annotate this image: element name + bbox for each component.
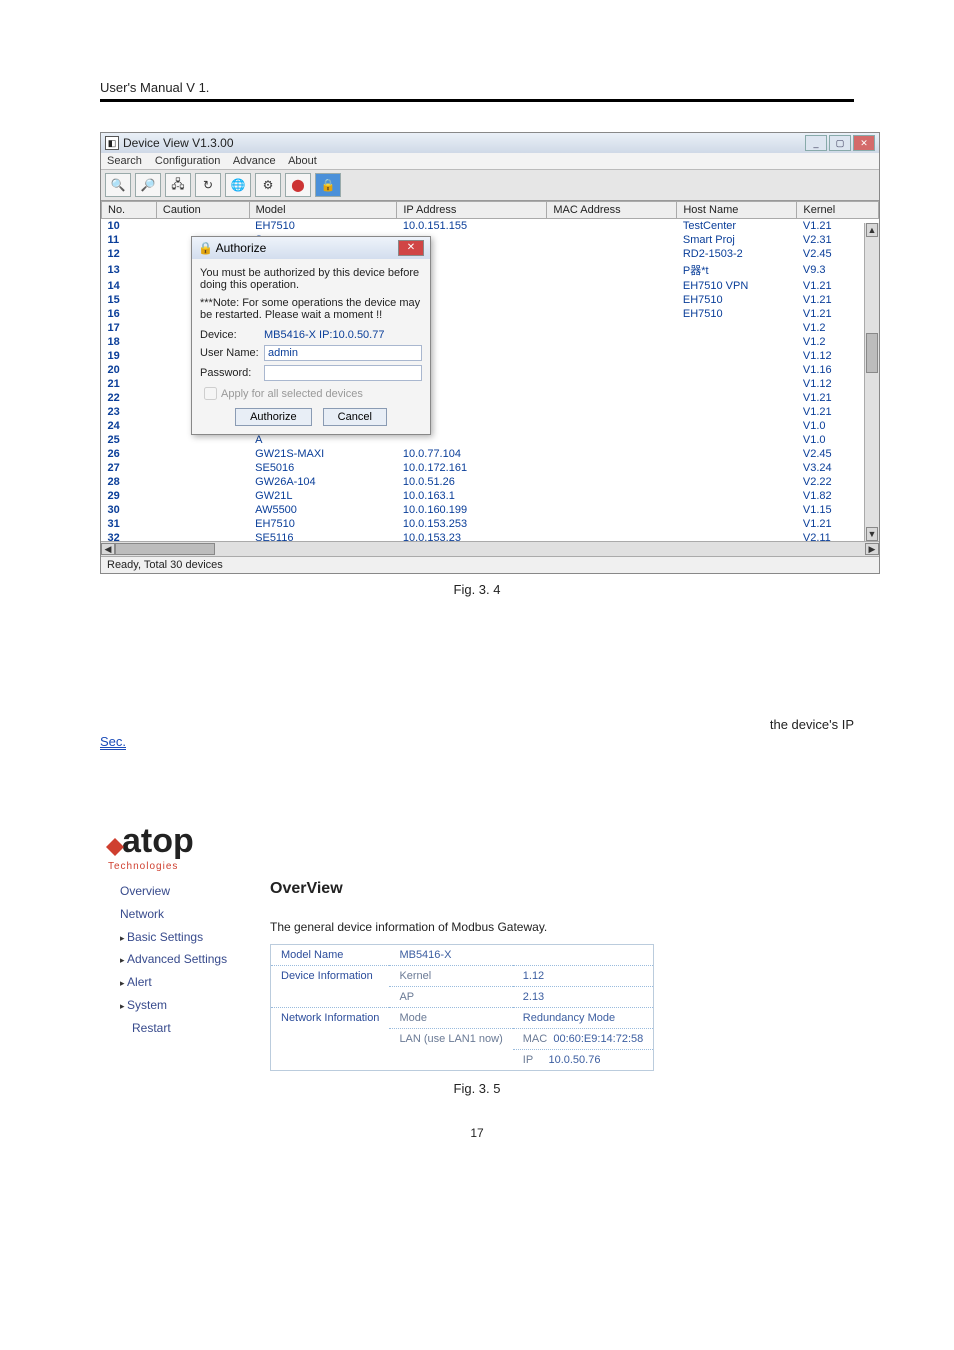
menubar: Search Configuration Advance About (101, 153, 879, 170)
col-ip[interactable]: IP Address (397, 202, 547, 219)
titlebar: ◧ Device View V1.3.00 _ ▢ ✕ (101, 133, 879, 153)
nav-network[interactable]: Network (120, 903, 240, 926)
scroll-down-arrow-icon[interactable]: ▼ (866, 527, 878, 541)
sidebar-nav: Overview Network Basic Settings Advanced… (100, 880, 240, 1071)
device-info-label: Device Information (271, 966, 390, 1008)
header-divider (100, 99, 854, 102)
menu-search[interactable]: Search (107, 155, 142, 167)
logo: atop Technologies (100, 810, 740, 880)
page-description: The general device information of Modbus… (270, 920, 740, 934)
toolbar: 🔍 🔎 🖧 ↻ 🌐 ⚙ ⬤ 🔒 (101, 170, 879, 201)
password-label: Password: (200, 367, 264, 379)
toolbtn-gear-icon[interactable]: ⚙ (255, 173, 281, 197)
ip-value: 10.0.50.76 (548, 1054, 600, 1066)
sec-link[interactable]: Sec. (100, 734, 126, 750)
scroll-thumb[interactable] (866, 333, 878, 373)
close-button[interactable]: ✕ (853, 135, 875, 151)
toolbtn-network-icon[interactable]: 🖧 (165, 173, 191, 197)
logo-subtext: Technologies (108, 861, 740, 872)
table-row[interactable]: 31EH751010.0.153.253V1.21 (102, 517, 879, 531)
minimize-button[interactable]: _ (805, 135, 827, 151)
toolbtn-lock-icon[interactable]: 🔒 (315, 173, 341, 197)
toolbtn-stop-icon[interactable]: ⬤ (285, 173, 311, 197)
toolbtn-search-icon[interactable]: 🔍 (105, 173, 131, 197)
col-no[interactable]: No. (102, 202, 157, 219)
lan-label: LAN (use LAN1 now) (389, 1029, 512, 1071)
device-value: MB5416-X IP:10.0.50.77 (264, 329, 384, 341)
figure-label-1: Fig. 3. 4 (100, 582, 854, 597)
network-info-label: Network Information (271, 1008, 390, 1071)
kernel-label: Kernel (389, 966, 512, 987)
table-row[interactable]: 28GW26A-10410.0.51.26V2.22 (102, 475, 879, 489)
toolbtn-refresh-icon[interactable]: ↻ (195, 173, 221, 197)
toolbtn-magnify-icon[interactable]: 🔎 (135, 173, 161, 197)
ip-label: IP (523, 1054, 533, 1066)
username-input[interactable] (264, 345, 422, 361)
username-label: User Name: (200, 347, 264, 359)
nav-overview[interactable]: Overview (120, 880, 240, 903)
mac-value: 00:60:E9:14:72:58 (553, 1033, 643, 1045)
menu-about[interactable]: About (288, 155, 317, 167)
info-table: Model Name MB5416-X Device Information K… (270, 944, 654, 1071)
maximize-button[interactable]: ▢ (829, 135, 851, 151)
nav-restart[interactable]: Restart (120, 1017, 240, 1040)
device-label: Device: (200, 329, 264, 341)
dialog-titlebar: 🔒 Authorize ✕ (192, 237, 430, 259)
app-icon: ◧ (105, 136, 119, 150)
mid-text: the device's IP (100, 717, 854, 732)
mode-label: Mode (389, 1008, 512, 1029)
toolbtn-globe-icon[interactable]: 🌐 (225, 173, 251, 197)
manual-header: User's Manual V 1. (100, 80, 854, 99)
col-hostname[interactable]: Host Name (677, 202, 797, 219)
col-mac[interactable]: MAC Address (547, 202, 677, 219)
page-number: 17 (100, 1126, 854, 1140)
table-row[interactable]: 25AV1.0 (102, 433, 879, 447)
statusbar: Ready, Total 30 devices (101, 556, 879, 573)
dialog-message: You must be authorized by this device be… (200, 267, 422, 291)
authorize-button[interactable]: Authorize (235, 408, 311, 426)
nav-basic-settings[interactable]: Basic Settings (120, 926, 240, 949)
dialog-close-button[interactable]: ✕ (398, 240, 424, 256)
apply-all-checkbox (204, 387, 217, 400)
horizontal-scrollbar[interactable]: ◀ ▶ (101, 541, 879, 556)
menu-configuration[interactable]: Configuration (155, 155, 220, 167)
table-row[interactable]: 26GW21S-MAXI10.0.77.104V2.45 (102, 447, 879, 461)
ap-value: 2.13 (513, 987, 654, 1008)
menu-advance[interactable]: Advance (233, 155, 276, 167)
dialog-note: ***Note: For some operations the device … (200, 297, 422, 321)
dialog-title: Authorize (216, 241, 267, 255)
mode-value: Redundancy Mode (513, 1008, 654, 1029)
vertical-scrollbar[interactable]: ▲ ▼ (864, 223, 879, 541)
nav-system[interactable]: System (120, 994, 240, 1017)
col-caution[interactable]: Caution (156, 202, 249, 219)
table-row[interactable]: 29GW21L10.0.163.1V1.82 (102, 489, 879, 503)
col-model[interactable]: Model (249, 202, 397, 219)
col-kernel[interactable]: Kernel (797, 202, 879, 219)
ap-label: AP (389, 987, 512, 1008)
table-row[interactable]: 27SE501610.0.172.161V3.24 (102, 461, 879, 475)
main-content: OverView The general device information … (270, 880, 740, 1071)
table-row[interactable]: 10EH751010.0.151.155TestCenterV1.21 (102, 219, 879, 234)
model-name-value: MB5416-X (389, 945, 653, 966)
device-table-region: No. Caution Model IP Address MAC Address… (101, 201, 879, 541)
apply-all-label: Apply for all selected devices (221, 388, 363, 400)
authorize-dialog: 🔒 Authorize ✕ You must be authorized by … (191, 236, 431, 435)
nav-advanced-settings[interactable]: Advanced Settings (120, 948, 240, 971)
logo-text: atop (122, 822, 194, 861)
password-input[interactable] (264, 365, 422, 381)
nav-alert[interactable]: Alert (120, 971, 240, 994)
table-row[interactable]: 30AW550010.0.160.199V1.15 (102, 503, 879, 517)
window-title: Device View V1.3.00 (123, 136, 234, 150)
scroll-thumb-h[interactable] (115, 543, 215, 555)
cancel-button[interactable]: Cancel (323, 408, 387, 426)
model-name-label: Model Name (271, 945, 390, 966)
scroll-up-arrow-icon[interactable]: ▲ (866, 223, 878, 237)
figure-label-2: Fig. 3. 5 (100, 1081, 854, 1096)
page-title: OverView (270, 880, 740, 898)
kernel-value: 1.12 (513, 966, 654, 987)
web-overview-region: atop Technologies Overview Network Basic… (100, 810, 740, 1071)
mac-label: MAC (523, 1033, 547, 1045)
device-view-window: ◧ Device View V1.3.00 _ ▢ ✕ Search Confi… (100, 132, 880, 574)
